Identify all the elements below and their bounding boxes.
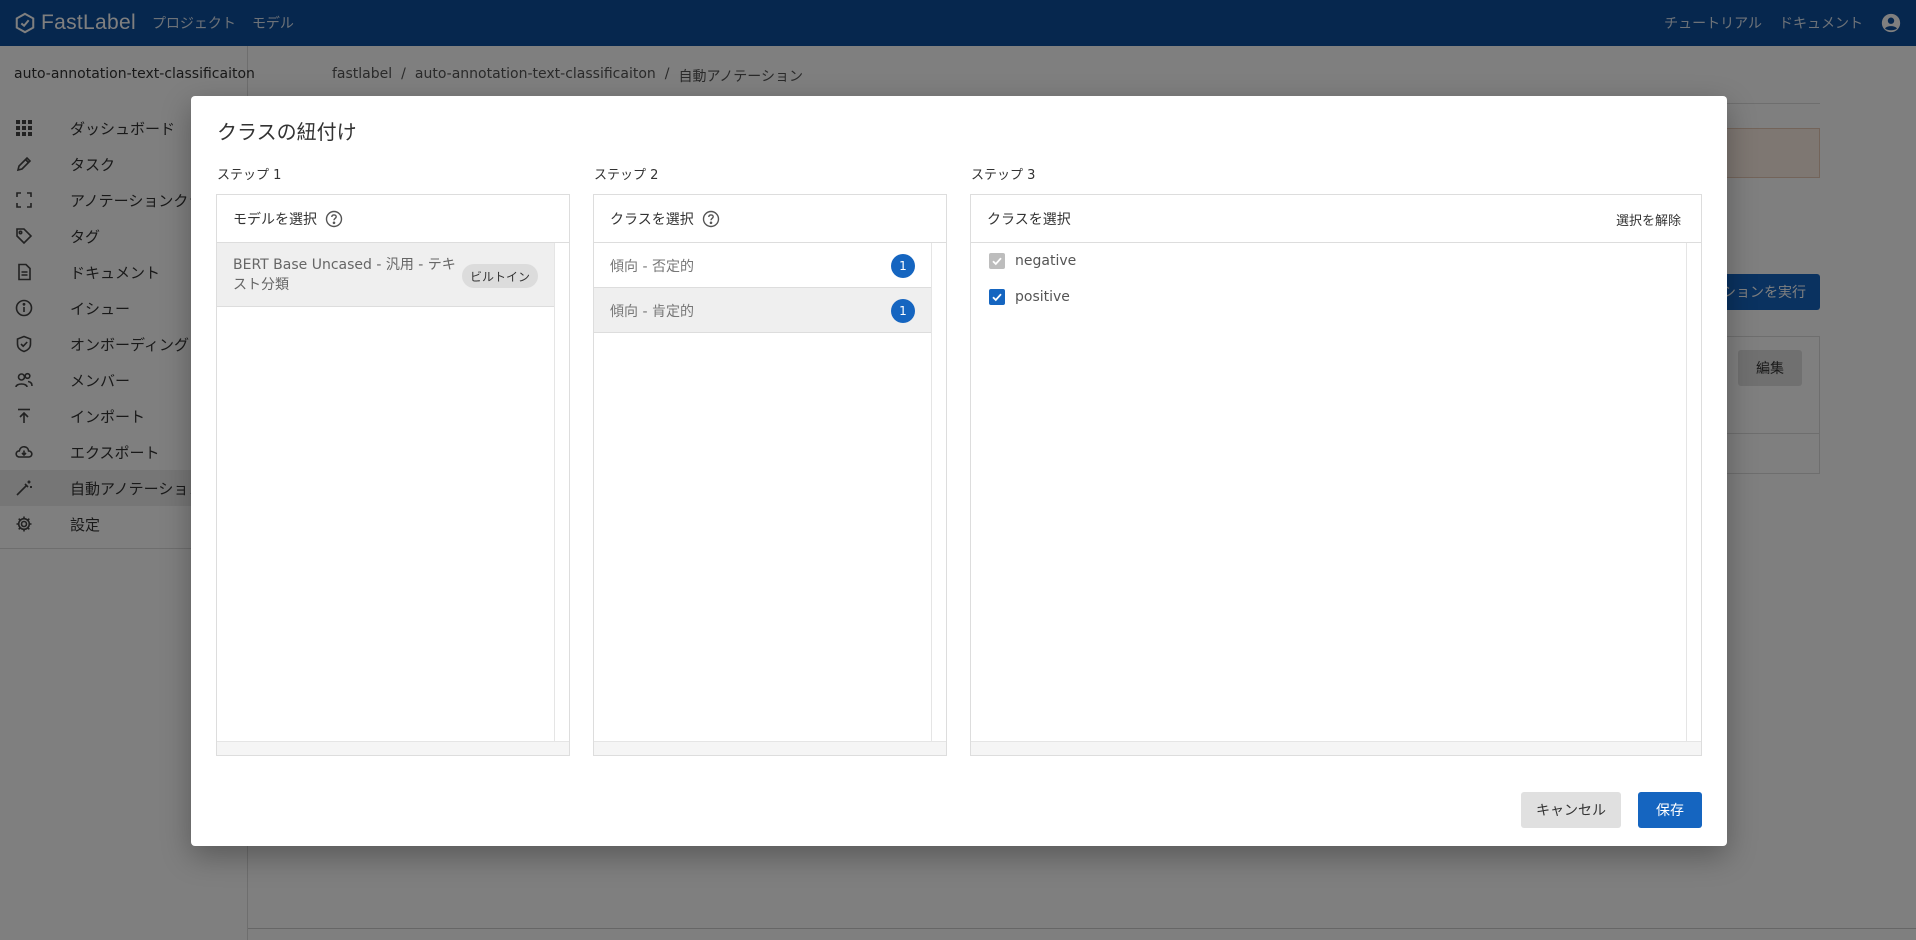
step-1-label: ステップ 1 xyxy=(217,168,282,183)
mapped-count-badge: 1 xyxy=(891,254,915,278)
model-name: BERT Base Uncased - 汎用 - テキスト分類 xyxy=(233,257,456,293)
step-2-label: ステップ 2 xyxy=(594,168,659,183)
source-class-list: 傾向 - 否定的 1 傾向 - 肯定的 1 xyxy=(594,243,932,741)
panel-header: クラスを選択 xyxy=(594,195,946,243)
horizontal-scrollbar[interactable] xyxy=(217,741,569,755)
horizontal-scrollbar[interactable] xyxy=(594,741,946,755)
checkbox-disabled xyxy=(989,253,1005,269)
help-icon[interactable] xyxy=(325,210,343,228)
check-icon xyxy=(992,257,1002,266)
clear-selection-button[interactable]: 選択を解除 xyxy=(1616,210,1681,229)
source-class-panel: クラスを選択 傾向 - 否定的 1 傾向 - 肯定的 1 xyxy=(593,194,947,756)
class-label: 傾向 - 否定的 xyxy=(610,259,694,275)
panel-title: クラスを選択 xyxy=(610,211,694,228)
class-mapping-dialog: クラスの紐付け ステップ 1 ステップ 2 ステップ 3 モデルを選択 BERT… xyxy=(191,96,1727,846)
checkbox[interactable] xyxy=(989,289,1005,305)
panel-title: モデルを選択 xyxy=(233,211,317,228)
mapped-count-badge: 1 xyxy=(891,299,915,323)
check-icon xyxy=(992,293,1002,302)
step-3-label: ステップ 3 xyxy=(971,168,1036,183)
builtin-chip: ビルトイン xyxy=(461,264,538,288)
class-list-item[interactable]: 傾向 - 肯定的 1 xyxy=(594,288,931,333)
cancel-button[interactable]: キャンセル xyxy=(1521,792,1621,828)
dialog-title: クラスの紐付け xyxy=(217,120,357,144)
panel-header: クラスを選択 選択を解除 xyxy=(971,195,1701,243)
model-list-item[interactable]: BERT Base Uncased - 汎用 - テキスト分類 ビルトイン xyxy=(217,243,554,307)
panel-title: クラスを選択 xyxy=(987,211,1071,228)
panel-header: モデルを選択 xyxy=(217,195,569,243)
horizontal-scrollbar[interactable] xyxy=(971,741,1701,755)
target-class-panel: クラスを選択 選択を解除 negative positive xyxy=(970,194,1702,756)
checkbox-label: positive xyxy=(1015,289,1070,305)
class-list-item[interactable]: 傾向 - 否定的 1 xyxy=(594,243,931,288)
class-label: 傾向 - 肯定的 xyxy=(610,304,694,320)
help-icon[interactable] xyxy=(702,210,720,228)
class-checkbox-row[interactable]: positive xyxy=(971,279,1686,315)
save-button[interactable]: 保存 xyxy=(1638,792,1702,828)
checkbox-label: negative xyxy=(1015,253,1077,269)
class-checkbox-row[interactable]: negative xyxy=(971,243,1686,279)
model-select-panel: モデルを選択 BERT Base Uncased - 汎用 - テキスト分類 ビ… xyxy=(216,194,570,756)
target-class-list: negative positive xyxy=(971,243,1687,741)
model-list: BERT Base Uncased - 汎用 - テキスト分類 ビルトイン xyxy=(217,243,555,741)
